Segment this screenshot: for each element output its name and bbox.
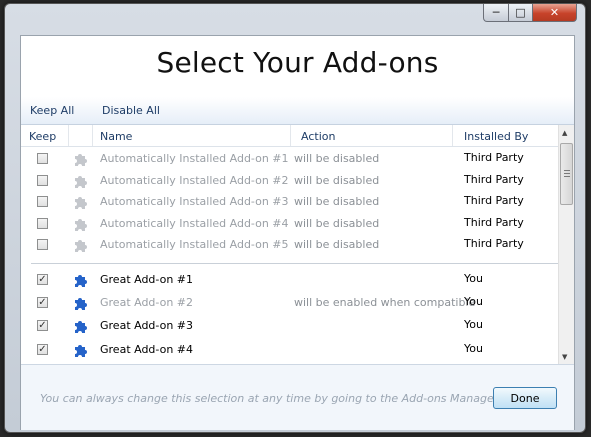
minimize-icon: ─: [492, 6, 500, 19]
column-divider: [290, 125, 291, 146]
keep-checkbox[interactable]: ✓: [37, 344, 48, 355]
addon-row[interactable]: Automatically Installed Add-on #1 will be…: [21, 148, 558, 170]
grip-line: [564, 176, 570, 177]
vertical-scrollbar[interactable]: ▲ ▼: [558, 125, 574, 364]
addon-row[interactable]: ✓ Great Add-on #1 You: [21, 269, 558, 291]
addon-row[interactable]: ✓ Great Add-on #2 will be enabled when com…: [21, 292, 558, 314]
column-divider: [92, 125, 93, 146]
page-title: Select Your Add-ons: [156, 46, 439, 79]
addon-row[interactable]: Automatically Installed Add-on #4 will be…: [21, 213, 558, 235]
footer-message: You can always change this selection at …: [40, 392, 499, 405]
keep-checkbox[interactable]: ✓: [37, 297, 48, 308]
column-divider: [68, 125, 69, 146]
scrollbar-thumb[interactable]: [560, 143, 573, 205]
addon-name: Great Add-on #1: [100, 273, 194, 286]
column-installed-by[interactable]: Installed By: [464, 130, 528, 143]
addon-installed-by: You: [464, 342, 483, 355]
grip-line: [564, 170, 570, 171]
puzzle-piece-blue-icon: [72, 318, 88, 334]
dialog-content: Select Your Add-ons Keep All Disable All…: [20, 35, 575, 430]
addon-installed-by: Third Party: [464, 173, 524, 186]
addon-name: Automatically Installed Add-on #1: [100, 152, 289, 165]
addon-installed-by: Third Party: [464, 151, 524, 164]
column-keep[interactable]: Keep: [29, 130, 56, 143]
addon-row[interactable]: Automatically Installed Add-on #3 will be…: [21, 191, 558, 213]
maximize-icon: □: [515, 6, 526, 19]
keep-checkbox[interactable]: ✓: [37, 274, 48, 285]
addons-list: Keep Name Action Installed By Automatica…: [21, 125, 574, 364]
title-area: Select Your Add-ons: [21, 36, 574, 97]
puzzle-piece-gray-icon: [72, 194, 88, 210]
window-controls: ─ □ ✕: [483, 4, 577, 24]
done-button[interactable]: Done: [493, 387, 557, 409]
footer-bar: You can always change this selection at …: [21, 364, 574, 430]
scroll-down-arrow-icon[interactable]: ▼: [562, 353, 567, 361]
addon-installed-by: You: [464, 272, 483, 285]
addon-row[interactable]: Automatically Installed Add-on #2 will be…: [21, 170, 558, 192]
toolbar: Keep All Disable All: [21, 97, 574, 125]
addon-action: will be disabled: [294, 217, 380, 230]
puzzle-piece-gray-icon: [72, 237, 88, 253]
addon-action: will be enabled when compatible: [294, 296, 476, 309]
addon-installed-by: Third Party: [464, 237, 524, 250]
addon-name: Automatically Installed Add-on #2: [100, 174, 289, 187]
addon-name: Automatically Installed Add-on #5: [100, 238, 289, 251]
scroll-up-arrow-icon[interactable]: ▲: [562, 129, 567, 137]
addon-row[interactable]: ✓ Great Add-on #3 You: [21, 315, 558, 337]
keep-checkbox[interactable]: [37, 153, 48, 164]
addon-action: will be disabled: [294, 152, 380, 165]
puzzle-piece-gray-icon: [72, 151, 88, 167]
addon-row[interactable]: Automatically Installed Add-on #5 will be…: [21, 234, 558, 256]
addon-installed-by: Third Party: [464, 216, 524, 229]
keep-checkbox[interactable]: [37, 239, 48, 250]
addon-installed-by: You: [464, 318, 483, 331]
addon-installed-by: You: [464, 295, 483, 308]
addon-name: Great Add-on #4: [100, 343, 194, 356]
addon-row[interactable]: ✓ Great Add-on #4 You: [21, 339, 558, 361]
group-divider: [31, 263, 558, 264]
close-icon: ✕: [549, 6, 560, 19]
addon-action: will be disabled: [294, 238, 380, 251]
minimize-button[interactable]: ─: [483, 4, 509, 22]
keep-checkbox[interactable]: ✓: [37, 320, 48, 331]
column-header-row: Keep Name Action Installed By: [21, 125, 558, 147]
maximize-button[interactable]: □: [509, 4, 533, 22]
puzzle-piece-gray-icon: [72, 173, 88, 189]
puzzle-piece-blue-icon: [72, 342, 88, 358]
addon-action: will be disabled: [294, 174, 380, 187]
column-name[interactable]: Name: [100, 130, 132, 143]
keep-checkbox[interactable]: [37, 218, 48, 229]
keep-all-button[interactable]: Keep All: [30, 104, 74, 117]
addon-action: will be disabled: [294, 195, 380, 208]
puzzle-piece-gray-icon: [72, 216, 88, 232]
addon-name: Great Add-on #3: [100, 319, 194, 332]
keep-checkbox[interactable]: [37, 196, 48, 207]
puzzle-piece-blue-icon: [72, 272, 88, 288]
addon-name: Automatically Installed Add-on #3: [100, 195, 289, 208]
column-action[interactable]: Action: [301, 130, 335, 143]
grip-line: [564, 173, 570, 174]
puzzle-piece-blue-icon: [72, 295, 88, 311]
column-divider: [452, 125, 453, 146]
addon-name: Great Add-on #2: [100, 296, 194, 309]
disable-all-button[interactable]: Disable All: [102, 104, 160, 117]
addon-installed-by: Third Party: [464, 194, 524, 207]
dialog-window: ─ □ ✕ Select Your Add-ons Keep All Disab…: [4, 3, 586, 433]
addon-name: Automatically Installed Add-on #4: [100, 217, 289, 230]
close-button[interactable]: ✕: [533, 4, 577, 22]
keep-checkbox[interactable]: [37, 175, 48, 186]
